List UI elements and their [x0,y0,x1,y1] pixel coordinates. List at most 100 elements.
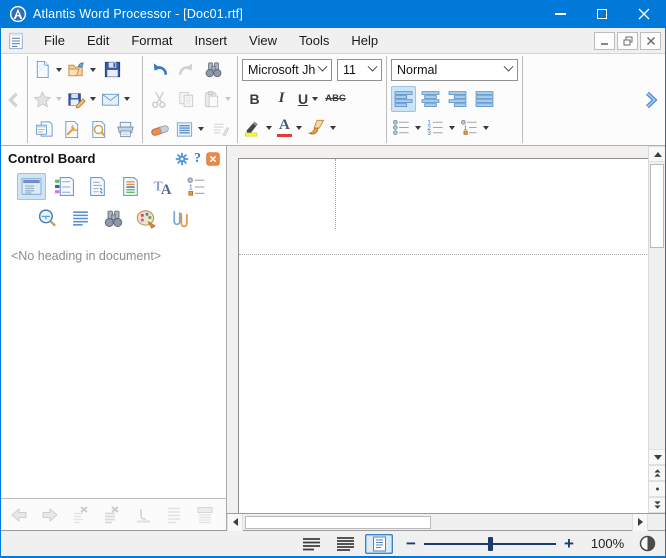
eraser-button[interactable] [147,116,172,142]
colors-tab-button[interactable] [132,205,161,232]
multilevel-list-button[interactable]: 1 [459,115,491,141]
font-name-combo[interactable]: Microsoft Jh [242,59,332,81]
fields-tab-button[interactable] [83,173,112,200]
menu-item-insert[interactable]: Insert [184,29,239,52]
italic-button[interactable]: I [269,86,294,112]
printer-icon [116,120,135,139]
fonts-tab-button[interactable]: TA [149,173,178,200]
font-color-button[interactable]: A [276,115,304,141]
align-left-button[interactable] [391,86,416,112]
find-binoculars-button[interactable] [201,57,226,83]
mdi-minimize-button[interactable] [594,32,615,50]
mdi-close-button[interactable] [640,32,661,50]
zoom-in-button[interactable]: + [562,535,576,552]
minimize-button[interactable] [539,0,581,28]
align-center-button[interactable] [418,86,443,112]
strikethrough-button[interactable]: ABC [323,86,348,112]
help-icon[interactable]: ? [194,151,201,167]
zoom-tab-button[interactable] [33,205,62,232]
dropdown-arrow-icon[interactable] [90,68,96,72]
headings-tab-button[interactable] [17,173,46,200]
format-painter-button[interactable] [306,115,338,141]
save-versions-button[interactable] [66,86,98,112]
menu-item-file[interactable]: File [33,29,76,52]
document-tools-button[interactable] [59,116,84,142]
dropdown-arrow-icon[interactable] [312,97,318,101]
draft-view-button[interactable] [297,534,325,554]
styles-tab-button[interactable] [50,173,79,200]
document-manager-button[interactable] [32,116,57,142]
zoom-out-button[interactable]: − [404,535,418,552]
menu-item-format[interactable]: Format [120,29,183,52]
web-view-button[interactable] [331,534,359,554]
show-marks-button[interactable] [174,116,206,142]
page-view-button[interactable] [365,534,393,554]
font-size-combo[interactable]: 11 [337,59,382,81]
save-floppy-button[interactable] [100,57,125,83]
browse-object-button[interactable] [649,481,666,497]
dropdown-arrow-icon[interactable] [56,97,62,101]
undo-arrow-button[interactable] [147,57,172,83]
dropdown-arrow-icon[interactable] [449,126,455,130]
dropdown-arrow-icon[interactable] [415,126,421,130]
dropdown-arrow-icon[interactable] [225,97,231,101]
close-button[interactable] [623,0,665,28]
printer-button[interactable] [113,116,138,142]
menu-item-help[interactable]: Help [340,29,389,52]
menu-item-view[interactable]: View [238,29,288,52]
scroll-right-button[interactable] [632,514,648,531]
vertical-scrollbar[interactable] [648,146,665,513]
lists-tab-button[interactable]: 1 [182,173,211,200]
panel-close-icon[interactable] [206,152,220,166]
toolbar-scroll-left-icon[interactable] [1,54,26,145]
gear-icon[interactable] [175,152,189,166]
sections-tab-button[interactable] [116,173,145,200]
underline-button[interactable]: U [296,86,321,112]
clips-tab-button[interactable] [165,205,194,232]
maximize-button[interactable] [581,0,623,28]
vertical-scroll-thumb[interactable] [650,164,664,248]
dropdown-arrow-icon[interactable] [330,126,336,130]
find-tab-button[interactable] [99,205,128,232]
draft-view-icon [301,536,322,552]
dropdown-arrow-icon[interactable] [296,126,302,130]
mdi-restore-button[interactable] [617,32,638,50]
horizontal-scroll-thumb[interactable] [245,516,431,529]
previous-page-button[interactable] [649,465,666,481]
dropdown-arrow-icon[interactable] [56,68,62,72]
menu-item-edit[interactable]: Edit [76,29,120,52]
toolbar-scroll-right-icon[interactable] [639,54,663,145]
highlighter-button[interactable] [242,115,274,141]
style-combo[interactable]: Normal [391,59,518,81]
next-page-button[interactable] [649,497,666,513]
print-preview-button[interactable] [86,116,111,142]
paragraphs-tab-button[interactable] [66,205,95,232]
zoom-slider[interactable] [424,543,556,545]
bold-button[interactable]: B [242,86,267,112]
document-system-menu-icon[interactable] [7,32,25,50]
dropdown-arrow-icon[interactable] [90,97,96,101]
menu-item-tools[interactable]: Tools [288,29,340,52]
zoom-value[interactable]: 100% [591,536,629,551]
bullet-list-button[interactable] [391,115,423,141]
dropdown-arrow-icon[interactable] [483,126,489,130]
mdi-close-icon [646,36,656,46]
scroll-left-button[interactable] [227,514,243,531]
dropdown-arrow-icon[interactable] [266,126,272,130]
align-right-button[interactable] [445,86,470,112]
dropdown-arrow-icon[interactable] [124,97,130,101]
zoom-slider-handle[interactable] [488,537,493,551]
scroll-down-button[interactable] [649,449,666,465]
align-justify-button[interactable] [472,86,497,112]
dropdown-arrow-icon[interactable] [198,127,204,131]
new-document-button[interactable] [32,57,64,83]
numbered-list-button[interactable]: 123 [425,115,457,141]
toolbar-group-paragraph: Normal 1231 [388,54,521,145]
scroll-up-button[interactable] [649,146,666,162]
email-envelope-button[interactable] [100,86,132,112]
document-manager-icon [35,120,54,139]
horizontal-scrollbar[interactable] [227,513,648,530]
document-page[interactable] [238,158,648,513]
contrast-toggle-icon[interactable] [639,535,656,552]
open-folder-button[interactable] [66,57,98,83]
